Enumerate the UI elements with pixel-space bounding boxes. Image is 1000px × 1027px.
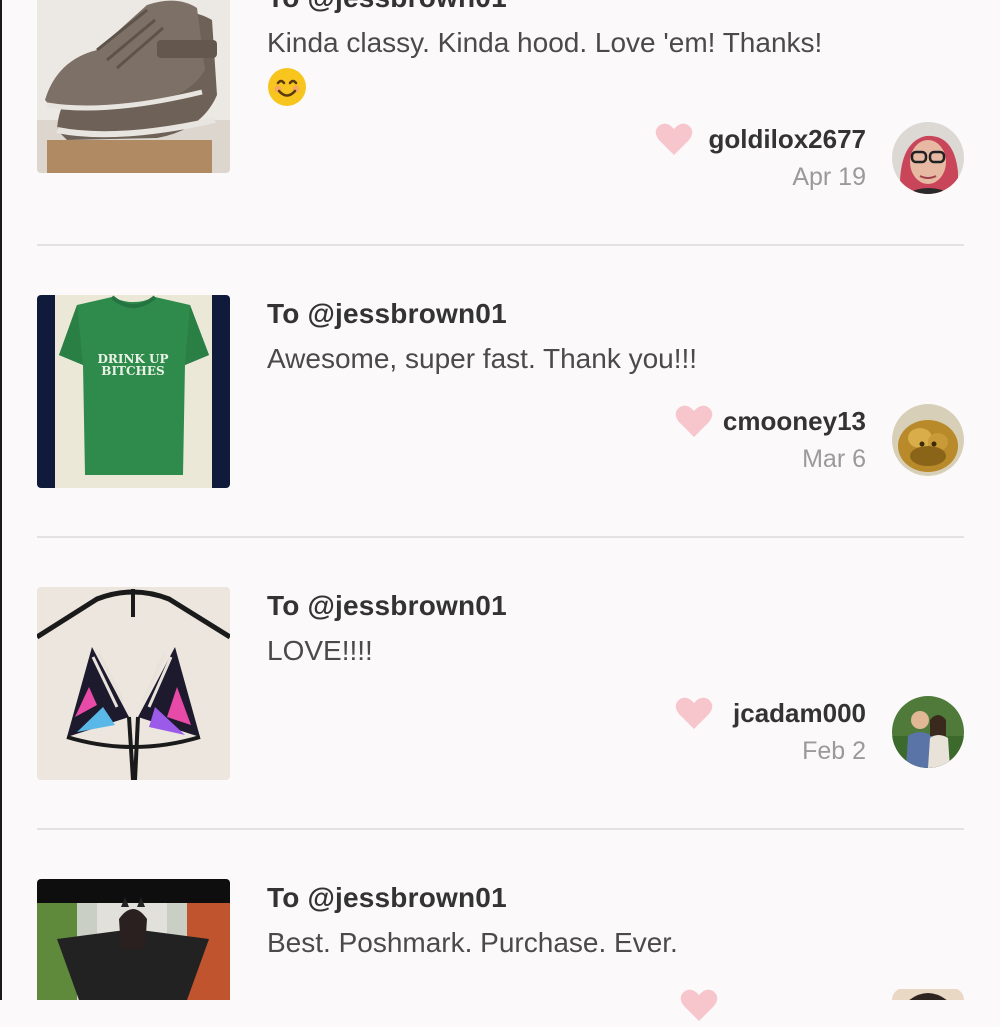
smiling-face-icon — [267, 67, 307, 107]
divider — [37, 536, 964, 538]
username-link[interactable]: cmooney13 — [723, 406, 866, 437]
divider — [37, 244, 964, 246]
user-avatar[interactable] — [892, 404, 964, 476]
recipient-line[interactable]: To @jessbrown01 — [267, 882, 507, 914]
user-avatar[interactable] — [892, 696, 964, 768]
shirt-print-line-2: BITCHES — [101, 364, 164, 378]
item-thumbnail[interactable] — [37, 0, 230, 173]
comment-text: Kinda classy. Kinda hood. Love 'em! Than… — [267, 22, 927, 107]
item-thumbnail[interactable] — [37, 879, 230, 1000]
heart-icon[interactable] — [655, 122, 693, 156]
bikini-image — [37, 587, 230, 780]
divider — [37, 828, 964, 830]
note-date: Feb 2 — [802, 737, 866, 765]
sneakers-image — [37, 0, 230, 173]
costume-image — [37, 879, 230, 1000]
author-meta: cmooney13 Mar 6 — [723, 406, 866, 474]
item-thumbnail[interactable] — [37, 587, 230, 780]
heart-icon[interactable] — [680, 988, 718, 1022]
author-meta: jcadam000 Feb 2 — [733, 698, 866, 766]
heart-icon[interactable] — [675, 696, 713, 730]
comment-text: Awesome, super fast. Thank you!!! — [267, 343, 698, 374]
note-date: Mar 6 — [802, 445, 866, 473]
comment-text: Best. Poshmark. Purchase. Ever. — [267, 927, 678, 958]
comment-text: LOVE!!!! — [267, 635, 373, 666]
window-edge — [0, 0, 2, 1000]
author-meta: goldilox2677 Apr 19 — [709, 124, 867, 192]
recipient-line[interactable]: To @jessbrown01 — [267, 0, 507, 14]
recipient-line[interactable]: To @jessbrown01 — [267, 590, 507, 622]
item-thumbnail[interactable]: DRINK UP BITCHES — [37, 295, 230, 488]
username-link[interactable]: goldilox2677 — [709, 124, 867, 155]
tshirt-image: DRINK UP BITCHES — [37, 295, 230, 488]
user-avatar[interactable] — [892, 122, 964, 194]
username-link[interactable]: jcadam000 — [733, 698, 866, 729]
user-avatar[interactable] — [892, 988, 964, 1000]
note-date: Apr 19 — [792, 163, 866, 191]
comment-body: Kinda classy. Kinda hood. Love 'em! Than… — [267, 27, 823, 58]
heart-icon[interactable] — [675, 404, 713, 438]
recipient-line[interactable]: To @jessbrown01 — [267, 298, 507, 330]
